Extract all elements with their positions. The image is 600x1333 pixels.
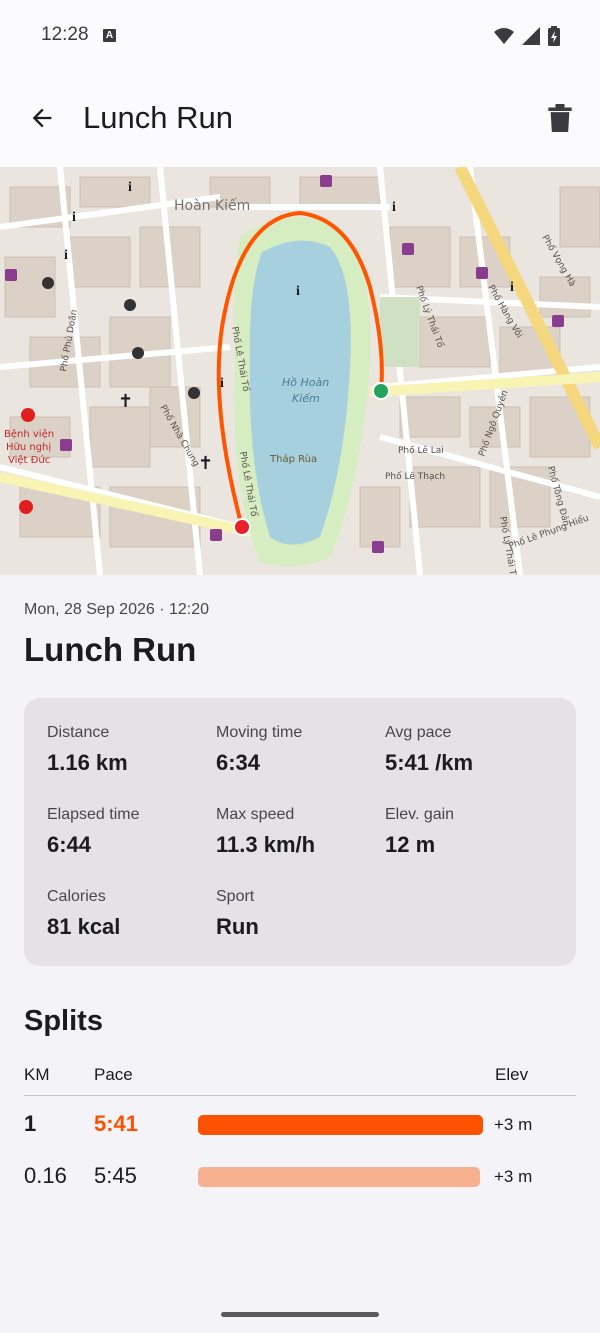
stat-value: 81 kcal bbox=[47, 914, 121, 939]
svg-text:i: i bbox=[220, 376, 224, 391]
stat-moving-time: Moving time 6:34 bbox=[216, 724, 376, 776]
svg-text:i: i bbox=[72, 210, 76, 225]
split-pace-bar bbox=[198, 1115, 483, 1135]
stat-label: Avg pace bbox=[385, 724, 452, 741]
splits-header: KM Pace Elev bbox=[24, 1065, 576, 1096]
trash-icon bbox=[548, 104, 572, 132]
stat-sport: Sport Run bbox=[216, 888, 376, 940]
wifi-icon bbox=[494, 28, 514, 44]
app-bar-title: Lunch Run bbox=[83, 100, 233, 135]
stat-value: 1.16 km bbox=[47, 750, 128, 775]
status-time: 12:28 bbox=[41, 24, 89, 45]
map-label-hospital-2: Hữu nghị bbox=[6, 442, 51, 453]
stat-value: 6:44 bbox=[47, 832, 92, 857]
split-pace-bar bbox=[198, 1167, 481, 1187]
map-label-lake: Hồ Hoàn bbox=[282, 376, 329, 389]
split-elev: +3 m bbox=[494, 1115, 533, 1134]
stat-elapsed-time: Elapsed time 6:44 bbox=[47, 806, 207, 858]
stat-value: 12 m bbox=[385, 832, 436, 857]
stats-card: Distance 1.16 km Moving time 6:34 Avg pa… bbox=[24, 698, 576, 966]
splits-header-km: KM bbox=[24, 1065, 50, 1084]
stat-label: Elev. gain bbox=[385, 806, 455, 823]
app-bar: Lunch Run bbox=[0, 72, 600, 167]
stat-avg-pace: Avg pace 5:41 /km bbox=[385, 724, 545, 776]
back-button[interactable] bbox=[22, 98, 62, 138]
stat-label: Sport bbox=[216, 888, 255, 905]
splits-header-elev: Elev bbox=[495, 1065, 529, 1084]
svg-text:✝: ✝ bbox=[118, 391, 133, 412]
split-row: 1 5:41 +3 m bbox=[24, 1103, 576, 1143]
svg-text:i: i bbox=[510, 280, 514, 295]
run-title: Lunch Run bbox=[24, 631, 197, 668]
map-label-hospital-1: Bệnh viện bbox=[4, 428, 54, 440]
status-icons bbox=[494, 26, 560, 46]
split-pace: 5:45 bbox=[94, 1163, 137, 1188]
splits-title: Splits bbox=[24, 1005, 103, 1037]
stat-label: Calories bbox=[47, 888, 106, 905]
map-label-le-thach: Phố Lê Thạch bbox=[385, 471, 445, 482]
battery-icon bbox=[548, 26, 560, 46]
map-label-le-lai: Phố Lê Lai bbox=[398, 445, 444, 456]
split-km: 0.16 bbox=[24, 1163, 67, 1188]
svg-text:i: i bbox=[128, 180, 132, 195]
keyboard-badge-icon: A bbox=[103, 29, 116, 42]
stat-value: 5:41 /km bbox=[385, 750, 474, 775]
stat-elev-gain: Elev. gain 12 m bbox=[385, 806, 545, 858]
route-map[interactable]: i i i i i i i ✝ ✝ Hoàn Kiếm Hồ Hoàn Kiếm… bbox=[0, 167, 600, 575]
stat-value: 6:34 bbox=[216, 750, 261, 775]
stat-distance: Distance 1.16 km bbox=[47, 724, 207, 776]
end-marker bbox=[233, 518, 251, 536]
split-elev: +3 m bbox=[494, 1167, 533, 1186]
map-label-lake-2: Kiếm bbox=[292, 392, 320, 405]
run-date: Mon, 28 Sep 2026 · 12:20 bbox=[24, 601, 210, 618]
svg-text:i: i bbox=[64, 248, 68, 263]
map-label-hospital-3: Việt Đức bbox=[8, 454, 50, 466]
split-row: 0.16 5:45 +3 m bbox=[24, 1155, 576, 1195]
delete-button[interactable] bbox=[542, 100, 578, 136]
stat-label: Moving time bbox=[216, 724, 303, 741]
stat-label: Max speed bbox=[216, 806, 295, 823]
status-bar: 12:28 A bbox=[0, 0, 600, 72]
svg-text:i: i bbox=[392, 200, 396, 215]
split-pace: 5:41 bbox=[94, 1111, 139, 1136]
stat-label: Distance bbox=[47, 724, 110, 741]
gesture-bar[interactable] bbox=[221, 1312, 379, 1317]
split-km: 1 bbox=[24, 1111, 37, 1136]
stat-label: Elapsed time bbox=[47, 806, 140, 823]
arrow-back-icon bbox=[32, 108, 52, 128]
map-canvas: i i i i i i i ✝ ✝ Hoàn Kiếm Hồ Hoàn Kiếm… bbox=[0, 167, 600, 575]
signal-icon bbox=[522, 27, 540, 45]
map-label-hoan-kiem: Hoàn Kiếm bbox=[174, 197, 250, 214]
stat-max-speed: Max speed 11.3 km/h bbox=[216, 806, 376, 858]
splits-header-pace: Pace bbox=[94, 1065, 133, 1084]
svg-text:i: i bbox=[296, 284, 300, 299]
stat-value: 11.3 km/h bbox=[216, 832, 316, 857]
start-marker bbox=[372, 382, 390, 400]
stat-value: Run bbox=[216, 914, 259, 939]
map-label-thap-rua: Tháp Rùa bbox=[269, 453, 317, 465]
stat-calories: Calories 81 kcal bbox=[47, 888, 207, 940]
